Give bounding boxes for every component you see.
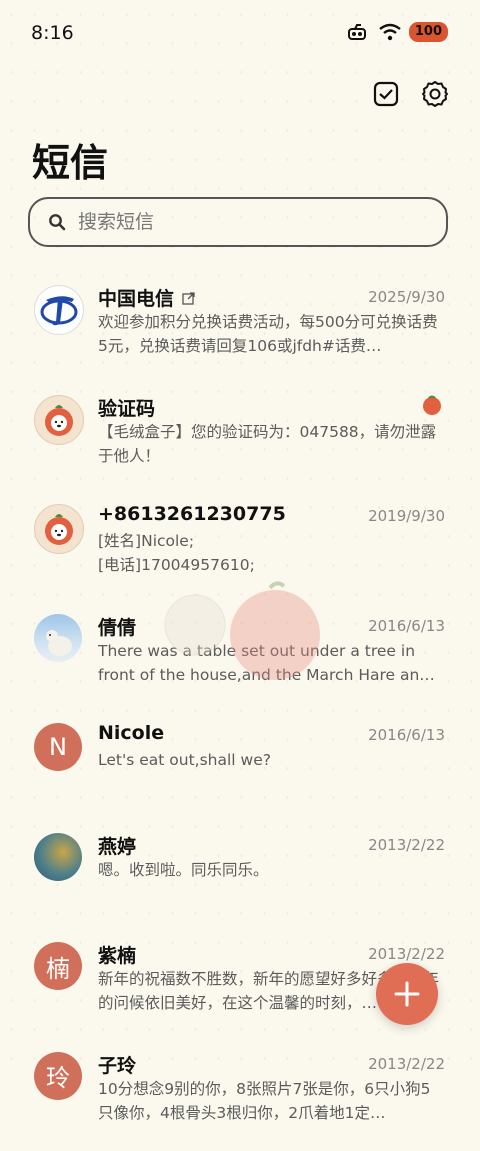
message-date: 2016/6/13 bbox=[368, 617, 445, 635]
message-preview: 欢迎参加积分兑换话费活动，每500分可兑换话费5元，兑换话费请回复106或jfd… bbox=[98, 310, 446, 358]
message-date: 2016/6/13 bbox=[368, 726, 445, 744]
contact-name: +8613261230775 bbox=[98, 503, 286, 525]
page-title: 短信 bbox=[32, 132, 108, 187]
contact-name: 子玲 bbox=[98, 1051, 136, 1078]
polar-bear-photo bbox=[34, 614, 82, 662]
message-date: 2013/2/22 bbox=[368, 836, 445, 854]
message-date: 2025/9/30 bbox=[368, 288, 445, 306]
contact-name: 倩倩 bbox=[98, 613, 136, 640]
contact-name: 燕婷 bbox=[98, 832, 136, 859]
select-messages-button[interactable] bbox=[370, 78, 402, 110]
conversation-item[interactable]: 中国电信 2025/9/30 欢迎参加积分兑换话费活动，每500分可兑换话费5元… bbox=[0, 275, 480, 385]
sea-photo bbox=[34, 833, 82, 881]
message-preview: 10分想念9别的你，8张照片7张是你，6只小狗5只像你，4根骨头3根归你，2爪着… bbox=[98, 1077, 446, 1125]
conversation-item[interactable]: +8613261230775 2019/9/30 [姓名]Nicole; [电话… bbox=[0, 494, 480, 604]
checkbox-icon bbox=[373, 81, 399, 107]
message-date: 2013/2/22 bbox=[368, 945, 445, 963]
message-preview: Let's eat out,shall we? bbox=[98, 748, 446, 772]
plus-icon bbox=[394, 981, 420, 1007]
external-link-icon bbox=[182, 291, 196, 305]
message-preview: 【毛绒盒子】您的验证码为：047588，请勿泄露于他人！ bbox=[98, 420, 446, 468]
signal-icon bbox=[347, 23, 371, 41]
message-preview: 嗯。收到啦。同乐同乐。 bbox=[98, 858, 446, 882]
search-input[interactable] bbox=[76, 210, 420, 234]
avatar: 楠 bbox=[34, 942, 82, 990]
conversation-item[interactable]: 玲 子玲 2013/2/22 10分想念9别的你，8张照片7张是你，6只小狗5只… bbox=[0, 1042, 480, 1151]
message-preview: [姓名]Nicole; [电话]17004957610; bbox=[98, 529, 446, 577]
contact-name: 紫楠 bbox=[98, 941, 136, 968]
status-time: 8:16 bbox=[31, 22, 74, 44]
avatar: 玲 bbox=[34, 1052, 82, 1100]
search-bar[interactable] bbox=[28, 197, 448, 247]
search-icon bbox=[48, 213, 66, 231]
conversation-item[interactable]: N Nicole 2016/6/13 Let's eat out,shall w… bbox=[0, 713, 480, 823]
new-message-button[interactable] bbox=[376, 963, 438, 1025]
message-date: 2013/2/22 bbox=[368, 1055, 445, 1073]
status-bar: 8:16 100 bbox=[0, 0, 480, 68]
message-date: 2019/9/30 bbox=[368, 507, 445, 525]
gear-icon bbox=[421, 80, 449, 108]
message-preview: There was a table set out under a tree i… bbox=[98, 639, 446, 687]
dog-tomato-avatar bbox=[34, 395, 84, 445]
wifi-icon bbox=[379, 23, 401, 41]
contact-name: 验证码 bbox=[98, 394, 155, 421]
settings-button[interactable] bbox=[419, 78, 451, 110]
tomato-icon bbox=[421, 394, 443, 416]
conversation-item[interactable]: 倩倩 2016/6/13 There was a table set out u… bbox=[0, 604, 480, 714]
avatar: N bbox=[34, 723, 82, 771]
conversation-item[interactable]: 燕婷 2013/2/22 嗯。收到啦。同乐同乐。 bbox=[0, 823, 480, 933]
dog-tomato-avatar bbox=[34, 504, 84, 554]
status-icons: 100 bbox=[347, 22, 448, 42]
conversation-item[interactable]: 验证码 【毛绒盒子】您的验证码为：047588，请勿泄露于他人！ bbox=[0, 385, 480, 495]
contact-name: 中国电信 bbox=[98, 284, 174, 311]
contact-name: Nicole bbox=[98, 722, 164, 744]
china-telecom-logo bbox=[34, 285, 84, 335]
battery-indicator: 100 bbox=[409, 22, 448, 42]
